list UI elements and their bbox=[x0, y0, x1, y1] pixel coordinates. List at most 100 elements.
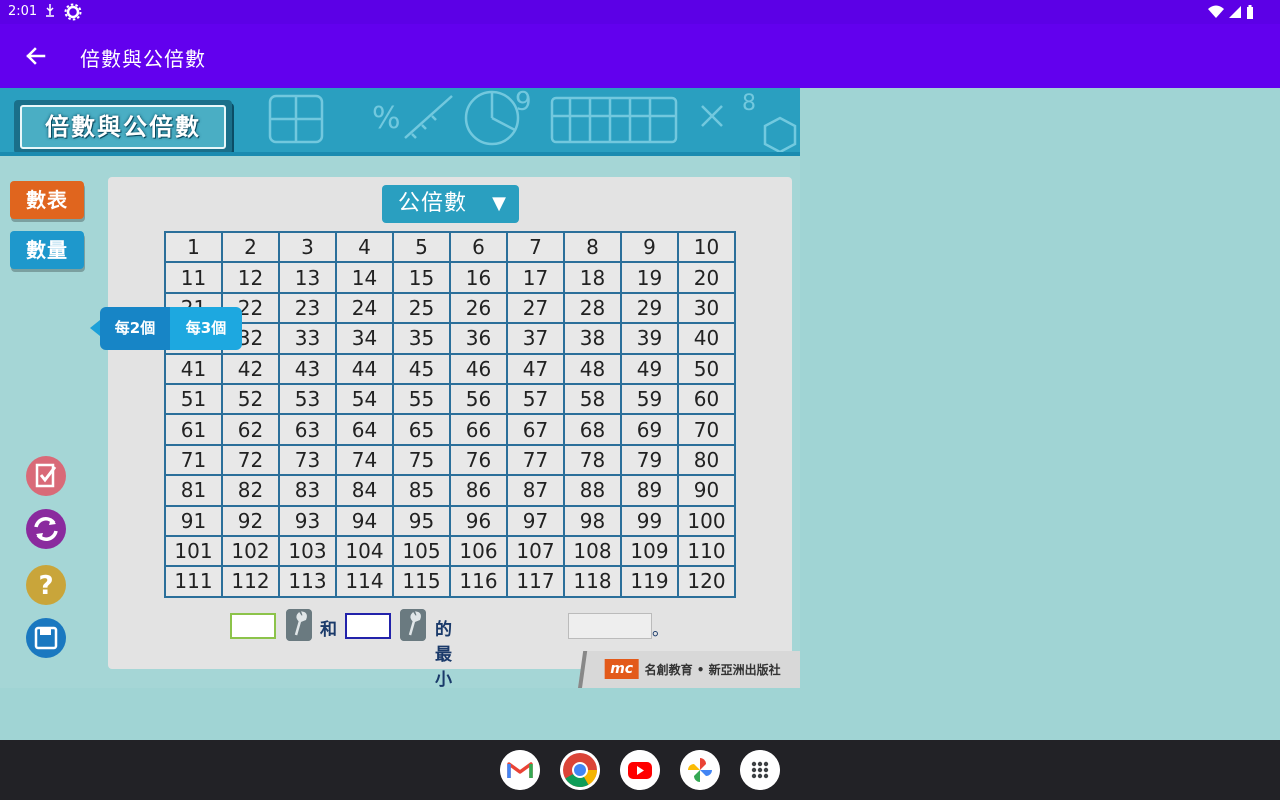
grid-cell[interactable]: 75 bbox=[392, 443, 451, 477]
grid-cell[interactable]: 81 bbox=[164, 474, 223, 507]
grid-cell[interactable]: 95 bbox=[392, 504, 451, 537]
grid-cell[interactable]: 79 bbox=[620, 443, 679, 477]
grid-cell[interactable]: 70 bbox=[677, 413, 736, 446]
grid-cell[interactable]: 28 bbox=[563, 291, 622, 325]
grid-cell[interactable]: 69 bbox=[620, 413, 679, 446]
grid-cell[interactable]: 26 bbox=[449, 291, 508, 325]
grid-cell[interactable]: 35 bbox=[392, 322, 451, 355]
grid-cell[interactable]: 87 bbox=[506, 474, 565, 507]
grid-cell[interactable]: 110 bbox=[677, 534, 736, 568]
grid-cell[interactable]: 10 bbox=[677, 230, 736, 264]
app-drawer-icon[interactable] bbox=[740, 750, 780, 790]
grid-cell[interactable]: 49 bbox=[620, 352, 679, 385]
lcm-result-input[interactable] bbox=[568, 613, 652, 639]
grid-cell[interactable]: 89 bbox=[620, 474, 679, 507]
grid-cell[interactable]: 111 bbox=[164, 565, 223, 598]
grid-cell[interactable]: 45 bbox=[392, 352, 451, 385]
grid-cell[interactable]: 17 bbox=[506, 261, 565, 294]
help-question-icon[interactable]: ? bbox=[25, 564, 67, 606]
grid-cell[interactable]: 12 bbox=[221, 261, 280, 294]
grid-cell[interactable]: 14 bbox=[335, 261, 394, 294]
grid-cell[interactable]: 96 bbox=[449, 504, 508, 537]
every-2-option[interactable]: 每2個 bbox=[100, 307, 170, 350]
grid-cell[interactable]: 4 bbox=[335, 230, 394, 264]
grid-cell[interactable]: 85 bbox=[392, 474, 451, 507]
grid-cell[interactable]: 98 bbox=[563, 504, 622, 537]
grid-cell[interactable]: 24 bbox=[335, 291, 394, 325]
grid-cell[interactable]: 120 bbox=[677, 565, 736, 598]
grid-cell[interactable]: 115 bbox=[392, 565, 451, 598]
grid-cell[interactable]: 15 bbox=[392, 261, 451, 294]
wrench-icon[interactable] bbox=[400, 609, 426, 641]
grid-cell[interactable]: 105 bbox=[392, 534, 451, 568]
chrome-icon[interactable] bbox=[560, 750, 600, 790]
grid-cell[interactable]: 66 bbox=[449, 413, 508, 446]
grid-cell[interactable]: 18 bbox=[563, 261, 622, 294]
grid-cell[interactable]: 88 bbox=[563, 474, 622, 507]
quantity-button[interactable]: 數量 bbox=[10, 231, 84, 269]
grid-cell[interactable]: 36 bbox=[449, 322, 508, 355]
grid-cell[interactable]: 76 bbox=[449, 443, 508, 477]
grid-cell[interactable]: 109 bbox=[620, 534, 679, 568]
grid-cell[interactable]: 118 bbox=[563, 565, 622, 598]
grid-cell[interactable]: 33 bbox=[278, 322, 337, 355]
grid-cell[interactable]: 40 bbox=[677, 322, 736, 355]
grid-cell[interactable]: 68 bbox=[563, 413, 622, 446]
grid-cell[interactable]: 86 bbox=[449, 474, 508, 507]
grid-cell[interactable]: 91 bbox=[164, 504, 223, 537]
grid-cell[interactable]: 116 bbox=[449, 565, 508, 598]
grid-cell[interactable]: 108 bbox=[563, 534, 622, 568]
grid-cell[interactable]: 114 bbox=[335, 565, 394, 598]
gmail-icon[interactable] bbox=[500, 750, 540, 790]
grid-cell[interactable]: 78 bbox=[563, 443, 622, 477]
grid-cell[interactable]: 6 bbox=[449, 230, 508, 264]
mode-dropdown[interactable]: 公倍數 ▼ bbox=[382, 185, 519, 223]
grid-cell[interactable]: 8 bbox=[563, 230, 622, 264]
refresh-icon[interactable] bbox=[25, 508, 67, 550]
grid-cell[interactable]: 63 bbox=[278, 413, 337, 446]
grid-cell[interactable]: 52 bbox=[221, 382, 280, 416]
grid-cell[interactable]: 25 bbox=[392, 291, 451, 325]
wrench-icon[interactable] bbox=[286, 609, 312, 641]
grid-cell[interactable]: 59 bbox=[620, 382, 679, 416]
google-photos-icon[interactable] bbox=[680, 750, 720, 790]
grid-cell[interactable]: 102 bbox=[221, 534, 280, 568]
grid-cell[interactable]: 44 bbox=[335, 352, 394, 385]
grid-cell[interactable]: 65 bbox=[392, 413, 451, 446]
grid-cell[interactable]: 71 bbox=[164, 443, 223, 477]
second-number-input[interactable] bbox=[345, 613, 391, 639]
grid-cell[interactable]: 72 bbox=[221, 443, 280, 477]
grid-cell[interactable]: 34 bbox=[335, 322, 394, 355]
grid-cell[interactable]: 5 bbox=[392, 230, 451, 264]
grid-cell[interactable]: 30 bbox=[677, 291, 736, 325]
grid-cell[interactable]: 11 bbox=[164, 261, 223, 294]
grid-cell[interactable]: 2 bbox=[221, 230, 280, 264]
grid-cell[interactable]: 82 bbox=[221, 474, 280, 507]
grid-cell[interactable]: 101 bbox=[164, 534, 223, 568]
save-disk-icon[interactable] bbox=[25, 617, 67, 659]
grid-cell[interactable]: 27 bbox=[506, 291, 565, 325]
grid-cell[interactable]: 46 bbox=[449, 352, 508, 385]
grid-cell[interactable]: 83 bbox=[278, 474, 337, 507]
grid-cell[interactable]: 60 bbox=[677, 382, 736, 416]
grid-cell[interactable]: 90 bbox=[677, 474, 736, 507]
grid-cell[interactable]: 94 bbox=[335, 504, 394, 537]
check-clipboard-icon[interactable] bbox=[25, 455, 67, 497]
grid-cell[interactable]: 64 bbox=[335, 413, 394, 446]
grid-cell[interactable]: 106 bbox=[449, 534, 508, 568]
grid-cell[interactable]: 42 bbox=[221, 352, 280, 385]
grid-cell[interactable]: 51 bbox=[164, 382, 223, 416]
grid-cell[interactable]: 58 bbox=[563, 382, 622, 416]
grid-cell[interactable]: 84 bbox=[335, 474, 394, 507]
grid-cell[interactable]: 57 bbox=[506, 382, 565, 416]
grid-cell[interactable]: 93 bbox=[278, 504, 337, 537]
grid-cell[interactable]: 62 bbox=[221, 413, 280, 446]
grid-cell[interactable]: 54 bbox=[335, 382, 394, 416]
grid-cell[interactable]: 1 bbox=[164, 230, 223, 264]
grid-cell[interactable]: 38 bbox=[563, 322, 622, 355]
grid-cell[interactable]: 119 bbox=[620, 565, 679, 598]
grid-cell[interactable]: 80 bbox=[677, 443, 736, 477]
grid-cell[interactable]: 16 bbox=[449, 261, 508, 294]
grid-cell[interactable]: 53 bbox=[278, 382, 337, 416]
grid-cell[interactable]: 100 bbox=[677, 504, 736, 537]
